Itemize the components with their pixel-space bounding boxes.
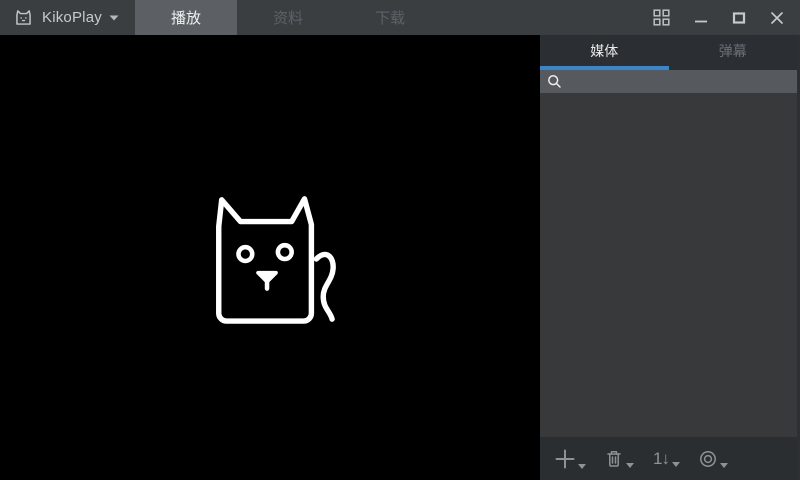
- maximize-button[interactable]: [724, 7, 754, 29]
- sidebar: 媒体 弹幕: [540, 35, 800, 480]
- sort-button[interactable]: 1↓: [653, 450, 680, 467]
- main-area: 媒体 弹幕: [0, 35, 800, 480]
- sidebar-tab-media[interactable]: 媒体: [540, 35, 669, 70]
- sort-icon: 1↓: [653, 450, 669, 467]
- app-menu[interactable]: KikoPlay: [0, 0, 119, 35]
- close-button[interactable]: [762, 7, 792, 29]
- search-icon: [547, 74, 562, 89]
- search-bar: [540, 70, 797, 93]
- tab-info[interactable]: 资料: [237, 0, 339, 35]
- main-tab-bar: 播放 资料 下载: [135, 0, 441, 35]
- dropdown-caret-icon: [578, 464, 586, 469]
- search-input[interactable]: [566, 74, 792, 89]
- maximize-icon: [732, 11, 746, 25]
- kikoplay-cat-logo: [201, 189, 339, 327]
- app-style-button[interactable]: [645, 5, 678, 30]
- app-style-grid-icon: [653, 9, 670, 26]
- dropdown-caret-icon: [672, 462, 680, 467]
- loop-mode-button[interactable]: [699, 450, 728, 468]
- kikoplay-logo-icon: [13, 7, 34, 28]
- app-window: KikoPlay 播放 资料 下载: [0, 0, 800, 480]
- sidebar-tab-danmu[interactable]: 弹幕: [669, 35, 798, 70]
- minimize-icon: [694, 11, 708, 25]
- media-list[interactable]: [540, 93, 797, 437]
- add-button[interactable]: [555, 449, 586, 469]
- window-controls: [645, 0, 800, 35]
- minimize-button[interactable]: [686, 7, 716, 29]
- trash-icon: [605, 449, 623, 468]
- sidebar-tab-bar: 媒体 弹幕: [540, 35, 797, 70]
- close-icon: [770, 11, 784, 25]
- tab-download[interactable]: 下载: [339, 0, 441, 35]
- dropdown-caret-icon: [720, 463, 728, 468]
- app-menu-caret-icon: [109, 15, 119, 21]
- dropdown-caret-icon: [626, 463, 634, 468]
- add-icon: [555, 449, 575, 469]
- playlist-toolbar: 1↓: [540, 437, 797, 480]
- delete-button[interactable]: [605, 449, 634, 468]
- loop-icon: [699, 450, 717, 468]
- tab-play[interactable]: 播放: [135, 0, 237, 35]
- titlebar: KikoPlay 播放 资料 下载: [0, 0, 800, 35]
- player-area[interactable]: [0, 35, 540, 480]
- app-title: KikoPlay: [42, 9, 102, 26]
